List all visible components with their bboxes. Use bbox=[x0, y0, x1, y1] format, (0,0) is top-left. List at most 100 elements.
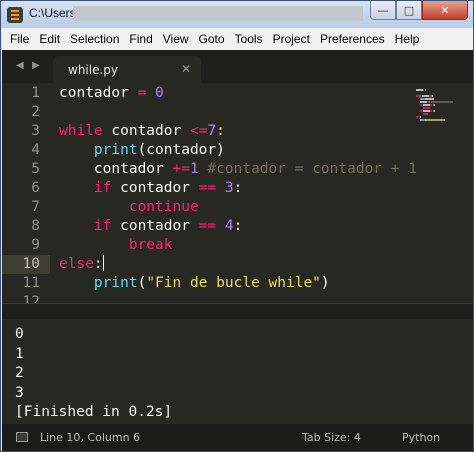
code-text: while contador <=7: bbox=[59, 122, 225, 141]
sublime-text-icon bbox=[7, 7, 23, 23]
code-token: contador bbox=[111, 218, 199, 234]
code-token: = bbox=[137, 85, 147, 101]
code-editor[interactable]: 1 contador = 0 2 3 while contador <=7: 4 prin… bbox=[2, 83, 473, 303]
menu-project[interactable]: Project bbox=[273, 32, 310, 46]
tab-while-py[interactable]: while.py ✕ bbox=[53, 56, 201, 83]
code-line[interactable]: 11 print("Fin de bucle while") bbox=[2, 274, 422, 293]
line-number: 2 bbox=[31, 104, 40, 120]
cursor-position: Line 10, Column 6 bbox=[40, 431, 141, 444]
code-token: == bbox=[198, 180, 217, 196]
code-token: 3 bbox=[224, 180, 234, 196]
minimap-mark bbox=[444, 119, 445, 121]
minimap-mark bbox=[423, 113, 428, 115]
close-button[interactable]: ✕ bbox=[422, 1, 468, 20]
code-token: 1 bbox=[189, 161, 199, 177]
menu-view[interactable]: View bbox=[163, 32, 189, 46]
menu-preferences[interactable]: Preferences bbox=[320, 32, 385, 46]
menu-tools[interactable]: Tools bbox=[235, 32, 263, 46]
code-token: += bbox=[172, 161, 190, 177]
menu-edit[interactable]: Edit bbox=[39, 32, 60, 46]
code-token: contador bbox=[59, 85, 138, 101]
line-number: 11 bbox=[22, 275, 40, 291]
code-token: #contador = contador + 1 bbox=[198, 161, 417, 177]
gutter-cell: 7 bbox=[2, 198, 50, 217]
code-line[interactable]: 8 if contador == 4: bbox=[2, 217, 422, 236]
status-bar: Line 10, Column 6 Tab Size: 4 Python bbox=[2, 424, 473, 451]
line-number: 8 bbox=[31, 218, 40, 234]
menu-goto[interactable]: Goto bbox=[199, 32, 225, 46]
minimap-mark bbox=[423, 104, 430, 106]
tab-label: while.py bbox=[68, 63, 119, 77]
minimize-button[interactable]: — bbox=[370, 1, 396, 20]
output-line: 1 bbox=[15, 345, 24, 362]
code-token: 7 bbox=[207, 123, 217, 139]
syntax-selector[interactable]: Python bbox=[402, 431, 440, 444]
app-window: C:\Users — □ ✕ File Edit Selection Find … bbox=[0, 0, 474, 452]
window-title: C:\Users bbox=[29, 6, 76, 20]
code-line[interactable]: 1 contador = 0 bbox=[2, 84, 422, 103]
code-line[interactable]: 6 if contador == 3: bbox=[2, 179, 422, 198]
maximize-button[interactable]: □ bbox=[396, 1, 422, 20]
tab-close-icon[interactable]: ✕ bbox=[181, 62, 191, 76]
line-number: 12 bbox=[22, 294, 40, 303]
minimap-mark bbox=[431, 101, 453, 103]
minimap-mark bbox=[423, 110, 430, 112]
code-line[interactable]: 2 bbox=[2, 103, 422, 122]
minimap-mark bbox=[420, 116, 421, 118]
minimap-mark bbox=[432, 95, 433, 97]
menu-selection[interactable]: Selection bbox=[70, 32, 119, 46]
output-line: 2 bbox=[15, 365, 24, 381]
code-line[interactable]: 5 contador +=1 #contador = contador + 1 bbox=[2, 160, 422, 179]
minimap-mark bbox=[426, 119, 444, 121]
minimap-mark bbox=[416, 95, 421, 97]
gutter-cell: 5 bbox=[2, 160, 50, 179]
code-token: ( bbox=[137, 275, 147, 291]
line-number: 3 bbox=[31, 123, 40, 139]
editor-scrollbar[interactable] bbox=[464, 83, 473, 303]
gutter-cell: 2 bbox=[2, 103, 50, 122]
code-line[interactable]: 7 continue bbox=[2, 198, 422, 217]
line-number: 10 bbox=[22, 256, 40, 272]
code-token: else bbox=[59, 256, 94, 272]
code-token: contador bbox=[102, 123, 190, 139]
line-number: 4 bbox=[31, 142, 40, 158]
minimap-mark bbox=[422, 95, 429, 97]
title-bar[interactable]: C:\Users — □ ✕ bbox=[1, 1, 473, 28]
build-output-panel: 0 1 2 3 [Finished in 0.2s] bbox=[2, 319, 473, 424]
panel-splitter[interactable] bbox=[2, 303, 473, 319]
code-token: : bbox=[233, 180, 243, 196]
minimap-mark bbox=[430, 110, 432, 112]
minimap-mark bbox=[420, 110, 422, 112]
code-token: "Fin de bucle while" bbox=[146, 275, 321, 291]
code-text: print(contador) bbox=[59, 141, 225, 160]
code-token: 0 bbox=[155, 85, 164, 101]
menu-find[interactable]: Find bbox=[129, 32, 152, 46]
panel-toggle-icon[interactable] bbox=[16, 432, 28, 442]
tab-back-icon[interactable]: ◀ bbox=[16, 60, 24, 71]
code-line[interactable]: 12 bbox=[2, 293, 422, 303]
code-token: ) bbox=[320, 275, 330, 291]
menu-help[interactable]: Help bbox=[395, 32, 420, 46]
minimap[interactable] bbox=[412, 83, 464, 303]
gutter-cell: 8 bbox=[2, 217, 50, 236]
line-number: 7 bbox=[31, 199, 40, 215]
code-line[interactable]: 4 print(contador) bbox=[2, 141, 422, 160]
code-line[interactable]: 9 break bbox=[2, 236, 422, 255]
tab-size-selector[interactable]: Tab Size: 4 bbox=[302, 431, 361, 444]
code-token: contador bbox=[59, 161, 173, 177]
code-line[interactable]: 3 while contador <=7: bbox=[2, 122, 422, 141]
gutter-cell: 9 bbox=[2, 236, 50, 255]
code-token: (contador) bbox=[137, 142, 225, 158]
minimap-mark bbox=[423, 89, 424, 91]
code-line[interactable]: 10 else: bbox=[2, 255, 422, 274]
tab-forward-icon[interactable]: ▶ bbox=[32, 60, 40, 71]
menu-file[interactable]: File bbox=[10, 32, 29, 46]
